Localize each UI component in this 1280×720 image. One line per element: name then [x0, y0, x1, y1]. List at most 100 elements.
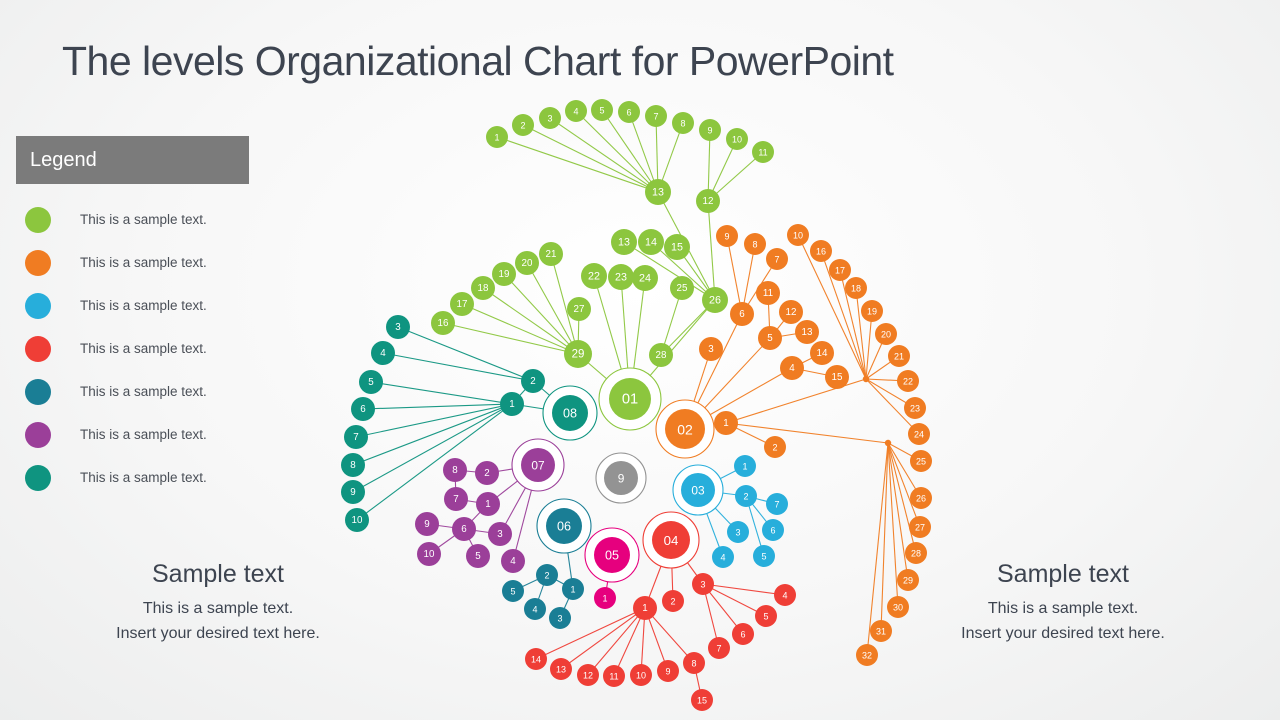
hub-node-01[interactable]: 01: [598, 367, 662, 431]
hub-node-04[interactable]: 04: [642, 511, 700, 569]
chart-node-r6[interactable]: 6: [732, 623, 754, 645]
chart-node-c7[interactable]: 7: [766, 493, 788, 515]
chart-node-g8[interactable]: 8: [672, 112, 694, 134]
hub-node-07[interactable]: 07: [511, 438, 565, 492]
chart-node-o22[interactable]: 22: [897, 370, 919, 392]
chart-node-g27[interactable]: 27: [567, 297, 591, 321]
chart-node-b2[interactable]: 2: [536, 564, 558, 586]
chart-node-o26[interactable]: 26: [910, 487, 932, 509]
chart-node-g10[interactable]: 10: [726, 128, 748, 150]
chart-node-p3[interactable]: 3: [488, 522, 512, 546]
chart-node-o4[interactable]: 4: [780, 356, 804, 380]
chart-node-g16[interactable]: 16: [431, 311, 455, 335]
chart-node-o27[interactable]: 27: [909, 516, 931, 538]
chart-node-g26[interactable]: 26: [702, 287, 728, 313]
chart-node-t5[interactable]: 5: [359, 370, 383, 394]
chart-node-t10[interactable]: 10: [345, 508, 369, 532]
chart-node-o16[interactable]: 16: [810, 240, 832, 262]
chart-node-c6[interactable]: 6: [762, 519, 784, 541]
chart-node-t9[interactable]: 9: [341, 480, 365, 504]
chart-node-o31[interactable]: 31: [870, 620, 892, 642]
chart-node-r11[interactable]: 11: [603, 665, 625, 687]
chart-node-g1[interactable]: 1: [486, 126, 508, 148]
chart-node-t6[interactable]: 6: [351, 397, 375, 421]
chart-node-g18[interactable]: 18: [471, 276, 495, 300]
chart-node-r12[interactable]: 12: [577, 664, 599, 686]
chart-node-o32[interactable]: 32: [856, 644, 878, 666]
chart-node-t2[interactable]: 2: [521, 369, 545, 393]
chart-node-t1[interactable]: 1: [500, 392, 524, 416]
chart-node-g29[interactable]: 29: [564, 340, 592, 368]
hub-node-05[interactable]: 05: [584, 527, 640, 583]
chart-node-o5[interactable]: 5: [758, 326, 782, 350]
chart-node-r9[interactable]: 9: [657, 660, 679, 682]
chart-node-o2[interactable]: 2: [764, 436, 786, 458]
chart-node-r7[interactable]: 7: [708, 637, 730, 659]
chart-node-o19[interactable]: 19: [861, 300, 883, 322]
chart-node-b4[interactable]: 4: [524, 598, 546, 620]
chart-node-r2[interactable]: 2: [662, 590, 684, 612]
chart-node-t4[interactable]: 4: [371, 341, 395, 365]
chart-node-r4[interactable]: 4: [774, 584, 796, 606]
chart-node-b3[interactable]: 3: [549, 607, 571, 629]
chart-node-p4[interactable]: 4: [501, 549, 525, 573]
chart-node-g12[interactable]: 12: [696, 189, 720, 213]
chart-node-o6[interactable]: 6: [730, 302, 754, 326]
chart-node-g19[interactable]: 19: [492, 262, 516, 286]
chart-node-g22[interactable]: 22: [581, 263, 607, 289]
chart-node-g15[interactable]: 15: [664, 234, 690, 260]
chart-node-p7[interactable]: 7: [444, 487, 468, 511]
chart-node-o20[interactable]: 20: [875, 323, 897, 345]
chart-node-t8[interactable]: 8: [341, 453, 365, 477]
chart-node-g2[interactable]: 2: [512, 114, 534, 136]
chart-node-c3[interactable]: 3: [727, 521, 749, 543]
chart-node-g7[interactable]: 7: [645, 105, 667, 127]
chart-node-b1[interactable]: 1: [562, 578, 584, 600]
chart-node-o12[interactable]: 12: [779, 300, 803, 324]
chart-node-p10[interactable]: 10: [417, 542, 441, 566]
chart-node-r15[interactable]: 15: [691, 689, 713, 711]
chart-node-p8[interactable]: 8: [443, 458, 467, 482]
chart-node-o17[interactable]: 17: [829, 259, 851, 281]
chart-node-g23[interactable]: 23: [608, 264, 634, 290]
chart-node-r3[interactable]: 3: [692, 573, 714, 595]
chart-node-g21[interactable]: 21: [539, 242, 563, 266]
chart-node-o3[interactable]: 3: [699, 337, 723, 361]
chart-node-g13h[interactable]: 13: [645, 179, 671, 205]
hub-node-03[interactable]: 03: [672, 464, 724, 516]
chart-node-p2[interactable]: 2: [475, 461, 499, 485]
chart-node-c1[interactable]: 1: [734, 455, 756, 477]
chart-node-c4[interactable]: 4: [712, 546, 734, 568]
chart-node-o13[interactable]: 13: [795, 320, 819, 344]
chart-node-g28[interactable]: 28: [649, 343, 673, 367]
chart-node-o10[interactable]: 10: [787, 224, 809, 246]
chart-node-o14[interactable]: 14: [810, 341, 834, 365]
chart-node-o23[interactable]: 23: [904, 397, 926, 419]
chart-node-g14[interactable]: 14: [638, 229, 664, 255]
chart-node-p9[interactable]: 9: [415, 512, 439, 536]
chart-node-o24[interactable]: 24: [908, 423, 930, 445]
chart-node-g24[interactable]: 24: [632, 265, 658, 291]
chart-node-g9[interactable]: 9: [699, 119, 721, 141]
hub-node-09[interactable]: 9: [595, 452, 647, 504]
chart-node-g6[interactable]: 6: [618, 101, 640, 123]
chart-node-t3[interactable]: 3: [386, 315, 410, 339]
chart-node-p6[interactable]: 6: [452, 517, 476, 541]
chart-node-g3[interactable]: 3: [539, 107, 561, 129]
chart-node-t7[interactable]: 7: [344, 425, 368, 449]
chart-node-r10[interactable]: 10: [630, 664, 652, 686]
chart-node-g11[interactable]: 11: [752, 141, 774, 163]
chart-node-o21[interactable]: 21: [888, 345, 910, 367]
chart-node-r8[interactable]: 8: [683, 652, 705, 674]
chart-node-o7[interactable]: 7: [766, 248, 788, 270]
chart-node-r13[interactable]: 13: [550, 658, 572, 680]
hub-node-06[interactable]: 06: [536, 498, 592, 554]
hub-node-08[interactable]: 08: [542, 385, 598, 441]
chart-node-o9[interactable]: 9: [716, 225, 738, 247]
chart-node-o18[interactable]: 18: [845, 277, 867, 299]
chart-node-g5[interactable]: 5: [591, 99, 613, 121]
chart-node-c2[interactable]: 2: [735, 485, 757, 507]
chart-node-b5[interactable]: 5: [502, 580, 524, 602]
chart-node-o1[interactable]: 1: [714, 411, 738, 435]
chart-node-m1[interactable]: 1: [594, 587, 616, 609]
